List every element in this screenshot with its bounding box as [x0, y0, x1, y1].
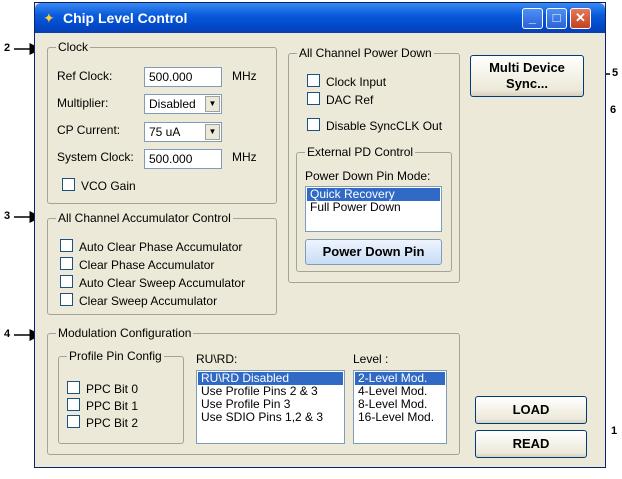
cp-current-value: 75 uA — [149, 125, 181, 139]
checkbox-label: DAC Ref — [326, 93, 374, 107]
checkbox-box[interactable] — [67, 381, 80, 394]
checkbox-label: Auto Clear Phase Accumulator — [79, 240, 243, 254]
checkbox-label: Clear Sweep Accumulator — [79, 294, 218, 308]
checkbox-box[interactable] — [67, 415, 80, 428]
checkbox-label: PPC Bit 0 — [86, 382, 139, 396]
ppc-bit2-checkbox[interactable]: PPC Bit 2 — [67, 415, 138, 430]
system-clock-unit: MHz — [232, 150, 257, 164]
multi-device-sync-button[interactable]: Multi Device Sync... — [470, 55, 584, 97]
app-icon: ✦ — [43, 10, 55, 26]
ref-clock-unit: MHz — [232, 69, 257, 83]
disable-syncclk-checkbox[interactable]: Disable SyncCLK Out — [307, 118, 442, 133]
callout-2: 2 — [4, 42, 11, 54]
checkbox-box[interactable] — [60, 257, 73, 270]
power-down-legend: All Channel Power Down — [297, 46, 434, 60]
callout-5: 5 — [612, 67, 619, 79]
profile-pin-group: Profile Pin Config PPC Bit 0 PPC Bit 1 P… — [58, 349, 184, 444]
checkbox-label: Clear Phase Accumulator — [79, 258, 215, 272]
accumulator-group: All Channel Accumulator Control Auto Cle… — [47, 211, 277, 315]
level-list[interactable]: 2-Level Mod. 4-Level Mod. 8-Level Mod. 1… — [353, 370, 447, 444]
power-down-pin-button[interactable]: Power Down Pin — [305, 239, 442, 265]
cp-current-select[interactable]: 75 uA ▼ — [144, 122, 222, 142]
ru-rd-label: RU\RD: — [196, 352, 238, 366]
multi-device-label-1: Multi Device — [489, 60, 565, 75]
chip-level-control-window: ✦ Chip Level Control _ □ ✕ Clock Ref Clo… — [34, 2, 606, 468]
checkbox-box[interactable] — [60, 239, 73, 252]
checkbox-box[interactable] — [307, 118, 320, 131]
clock-legend: Clock — [56, 40, 91, 54]
callout-4: 4 — [4, 328, 11, 340]
multi-device-label-2: Sync... — [506, 76, 548, 91]
clear-phase-checkbox[interactable]: Clear Phase Accumulator — [60, 257, 214, 272]
clock-input-checkbox[interactable]: Clock Input — [307, 74, 386, 89]
checkbox-box[interactable] — [307, 74, 320, 87]
ru-rd-list[interactable]: RU\RD Disabled Use Profile Pins 2 & 3 Us… — [196, 370, 345, 444]
checkbox-label: Clock Input — [326, 75, 387, 89]
modulation-group: Modulation Configuration Profile Pin Con… — [47, 326, 460, 455]
pd-mode-list[interactable]: Quick Recovery Full Power Down — [305, 186, 442, 232]
system-clock-label: System Clock: — [57, 150, 134, 164]
close-button[interactable]: ✕ — [570, 8, 591, 29]
list-item[interactable]: 16-Level Mod. — [355, 411, 445, 424]
checkbox-box[interactable] — [62, 178, 75, 191]
checkbox-label: Auto Clear Sweep Accumulator — [79, 276, 246, 290]
power-down-group: All Channel Power Down Clock Input DAC R… — [288, 46, 460, 283]
profile-pin-legend: Profile Pin Config — [67, 349, 164, 363]
dac-ref-checkbox[interactable]: DAC Ref — [307, 92, 373, 107]
ppc-bit1-checkbox[interactable]: PPC Bit 1 — [67, 398, 138, 413]
checkbox-box[interactable] — [307, 92, 320, 105]
callout-1: 1 — [611, 425, 618, 437]
multiplier-select[interactable]: Disabled ▼ — [144, 94, 222, 114]
vco-gain-checkbox[interactable]: VCO Gain — [62, 178, 136, 193]
clear-sweep-checkbox[interactable]: Clear Sweep Accumulator — [60, 293, 217, 308]
maximize-button[interactable]: □ — [546, 8, 567, 29]
multiplier-value: Disabled — [149, 97, 196, 111]
multiplier-label: Multiplier: — [57, 96, 109, 110]
checkbox-label: PPC Bit 2 — [86, 416, 139, 430]
external-pd-group: External PD Control Power Down Pin Mode:… — [296, 145, 452, 272]
checkbox-label: PPC Bit 1 — [86, 399, 139, 413]
pd-mode-label: Power Down Pin Mode: — [305, 169, 431, 183]
auto-clear-sweep-checkbox[interactable]: Auto Clear Sweep Accumulator — [60, 275, 245, 290]
chevron-down-icon[interactable]: ▼ — [205, 96, 220, 112]
ref-clock-label: Ref Clock: — [57, 69, 113, 83]
checkbox-label: Disable SyncCLK Out — [326, 119, 443, 133]
read-button[interactable]: READ — [475, 430, 587, 458]
checkbox-box[interactable] — [67, 398, 80, 411]
external-pd-legend: External PD Control — [305, 145, 416, 159]
cp-current-label: CP Current: — [57, 123, 121, 137]
chevron-down-icon[interactable]: ▼ — [205, 124, 220, 140]
callout-6: 6 — [610, 104, 617, 116]
list-item[interactable]: Full Power Down — [307, 201, 440, 214]
ref-clock-input[interactable]: 500.000 — [144, 67, 222, 87]
auto-clear-phase-checkbox[interactable]: Auto Clear Phase Accumulator — [60, 239, 242, 254]
load-button[interactable]: LOAD — [475, 396, 587, 424]
modulation-legend: Modulation Configuration — [56, 326, 194, 340]
accumulator-legend: All Channel Accumulator Control — [56, 211, 233, 225]
system-clock-input[interactable]: 500.000 — [144, 149, 222, 169]
checkbox-box[interactable] — [60, 293, 73, 306]
clock-group: Clock Ref Clock: 500.000 MHz Multiplier:… — [47, 40, 277, 204]
window-title: Chip Level Control — [63, 10, 188, 26]
list-item[interactable]: Use SDIO Pins 1,2 & 3 — [198, 411, 343, 424]
minimize-button[interactable]: _ — [522, 8, 543, 29]
vco-gain-label: VCO Gain — [81, 179, 136, 193]
callout-3: 3 — [4, 210, 11, 222]
ppc-bit0-checkbox[interactable]: PPC Bit 0 — [67, 381, 138, 396]
title-bar[interactable]: ✦ Chip Level Control _ □ ✕ — [35, 3, 605, 33]
checkbox-box[interactable] — [60, 275, 73, 288]
level-label: Level : — [353, 352, 389, 366]
